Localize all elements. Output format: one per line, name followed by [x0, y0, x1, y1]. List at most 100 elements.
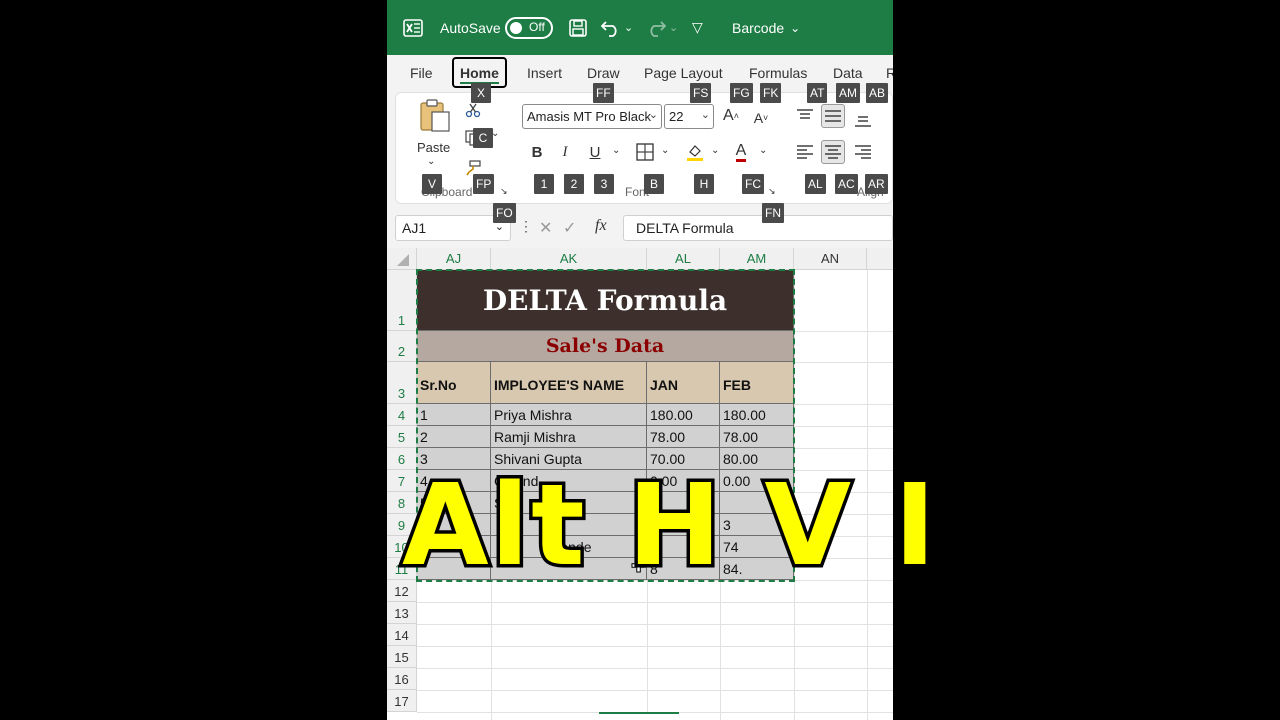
tab-review[interactable]: R	[886, 65, 893, 81]
sheet-tab[interactable]	[599, 712, 679, 720]
table-cell[interactable]: 2	[417, 426, 491, 448]
align-center-icon[interactable]	[821, 140, 845, 164]
keytip-draw: FF	[593, 83, 614, 103]
tab-file[interactable]: File	[410, 65, 433, 81]
bold-button[interactable]: B	[525, 140, 549, 164]
formula-bar: AJ1 ⌄ ⋮ ✕ ✓ fx DELTA Formula	[387, 208, 893, 248]
autosave-toggle[interactable]: Off	[505, 0, 553, 55]
paste-label: Paste	[417, 140, 451, 155]
keytip-paste: V	[422, 174, 442, 194]
filename: Barcode	[732, 19, 785, 36]
undo-icon[interactable]: ⌄	[600, 0, 633, 55]
keytip-fill: H	[694, 174, 714, 194]
table-cell[interactable]: 180.00	[647, 404, 720, 426]
cancel-icon[interactable]: ✕	[539, 218, 552, 238]
tab-insert[interactable]: Insert	[527, 65, 562, 81]
row-header-5[interactable]: 5	[387, 426, 417, 448]
table-cell[interactable]: 78.00	[720, 426, 794, 448]
column-header-al[interactable]: AL	[647, 248, 720, 270]
keytip-home: X	[471, 83, 491, 103]
underline-dropdown-icon[interactable]: ⌄	[612, 145, 620, 156]
autosave-state: Off	[529, 19, 545, 34]
align-left-icon[interactable]	[793, 140, 817, 164]
row-header-15[interactable]: 15	[387, 646, 417, 668]
decrease-font-size-icon[interactable]: A ˅	[749, 106, 773, 130]
row-header-1[interactable]: 1	[387, 270, 417, 331]
gridline	[417, 690, 893, 691]
bottom-align-icon[interactable]	[851, 108, 875, 132]
keytip-italic: 2	[564, 174, 584, 194]
font-size-combo[interactable]: 22 ⌄	[664, 104, 714, 129]
row-header-4[interactable]: 4	[387, 404, 417, 426]
borders-icon[interactable]	[633, 140, 657, 164]
chevron-down-icon: ⌄	[648, 109, 658, 121]
keytip-fk: FK	[760, 83, 782, 103]
header-cell[interactable]: FEB	[720, 362, 794, 404]
font-name-value: Amasis MT Pro Black	[527, 109, 652, 124]
clipboard-launcher-icon[interactable]: ↘	[500, 186, 508, 197]
fill-color-icon[interactable]	[683, 140, 707, 164]
keytip-fn: FN	[762, 203, 784, 223]
table-cell[interactable]: Priya Mishra	[491, 404, 647, 426]
autosave-label: AutoSave	[440, 19, 501, 36]
table-cell[interactable]: 1	[417, 404, 491, 426]
font-color-icon[interactable]: A	[729, 140, 753, 164]
tab-formulas[interactable]: Formulas	[749, 65, 807, 81]
select-all-corner[interactable]	[387, 248, 417, 270]
font-name-combo[interactable]: Amasis MT Pro Black ⌄	[522, 104, 662, 129]
row-header-3[interactable]: 3	[387, 362, 417, 404]
column-header-ao[interactable]	[867, 248, 893, 270]
fill-color-dropdown-icon[interactable]: ⌄	[711, 145, 719, 156]
column-header-an[interactable]: AN	[794, 248, 867, 270]
font-size-value: 22	[669, 109, 684, 124]
paste-dropdown-icon[interactable]: ⌄	[427, 156, 435, 167]
keytip-am: AM	[836, 83, 860, 103]
underline-button[interactable]: U	[583, 140, 607, 164]
row-header-17[interactable]: 17	[387, 690, 417, 712]
table-cell[interactable]: 180.00	[720, 404, 794, 426]
keytip-underline: 3	[594, 174, 614, 194]
middle-align-icon[interactable]	[821, 104, 845, 128]
gridline	[417, 624, 893, 625]
customize-toolbar-icon[interactable]: ▽	[692, 0, 703, 55]
tab-page-layout[interactable]: Page Layout	[644, 65, 723, 81]
header-cell[interactable]: JAN	[647, 362, 720, 404]
row-header-14[interactable]: 14	[387, 624, 417, 646]
insert-function-icon[interactable]: fx	[595, 217, 607, 235]
tab-draw[interactable]: Draw	[587, 65, 620, 81]
undo-dropdown-icon[interactable]: ⌄	[624, 21, 633, 34]
excel-window: AutoSave Off ⌄ ⌄ ▽ Barcode ⌄ File Home I…	[387, 0, 893, 720]
top-align-icon[interactable]	[793, 104, 817, 128]
table-cell[interactable]: Ramji Mishra	[491, 426, 647, 448]
paste-button[interactable]	[417, 98, 453, 137]
align-right-icon[interactable]	[851, 140, 875, 164]
save-icon[interactable]	[568, 0, 588, 55]
formula-input[interactable]: DELTA Formula	[623, 215, 893, 241]
borders-dropdown-icon[interactable]: ⌄	[661, 145, 669, 156]
more-options-icon[interactable]: ⋮	[519, 218, 533, 235]
redo-icon[interactable]: ⌄	[645, 0, 678, 55]
font-launcher-icon[interactable]: ↘	[768, 186, 776, 197]
filename-dropdown[interactable]: Barcode ⌄	[732, 0, 800, 55]
gridline	[417, 646, 893, 647]
keytip-ar: AR	[865, 174, 888, 194]
header-cell[interactable]: Sr.No	[417, 362, 491, 404]
keytip-al: AL	[805, 174, 826, 194]
table-cell[interactable]: 78.00	[647, 426, 720, 448]
increase-font-size-icon[interactable]: A ˄	[719, 104, 743, 128]
sheet-title-cell[interactable]: DELTA Formula	[417, 270, 794, 331]
column-header-ak[interactable]: AK	[491, 248, 647, 270]
header-cell[interactable]: IMPLOYEE'S NAME	[491, 362, 647, 404]
row-header-16[interactable]: 16	[387, 668, 417, 690]
row-header-2[interactable]: 2	[387, 331, 417, 362]
font-color-dropdown-icon[interactable]: ⌄	[759, 145, 767, 156]
italic-button[interactable]: I	[553, 140, 577, 164]
column-header-aj[interactable]: AJ	[417, 248, 491, 270]
sheet-subtitle-cell[interactable]: Sale's Data	[417, 331, 794, 362]
keytip-at: AT	[807, 83, 828, 103]
tab-data[interactable]: Data	[833, 65, 863, 81]
enter-icon[interactable]: ✓	[563, 218, 576, 238]
column-header-am[interactable]: AM	[720, 248, 794, 270]
name-box-value: AJ1	[402, 220, 427, 236]
row-header-13[interactable]: 13	[387, 602, 417, 624]
